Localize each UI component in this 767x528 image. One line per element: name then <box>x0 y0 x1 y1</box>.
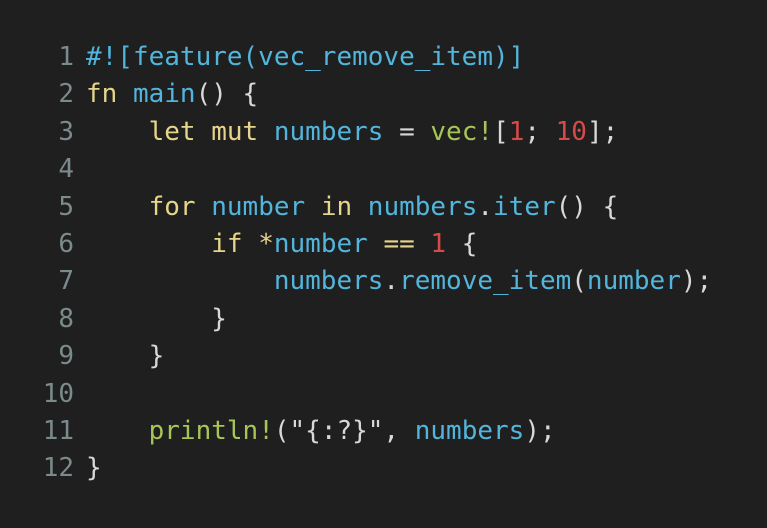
line-number: 1 <box>58 42 74 72</box>
code-token-identifier: number <box>211 191 306 222</box>
code-line[interactable]: 4 <box>0 151 767 188</box>
code-text: } <box>74 301 767 338</box>
code-token-identifier: number <box>273 228 368 259</box>
code-line[interactable]: 3 let mut numbers = vec![1; 10]; <box>0 114 767 151</box>
code-token-plain: ]; <box>586 116 619 147</box>
line-number: 5 <box>58 191 74 222</box>
line-number: 2 <box>58 79 74 110</box>
code-line[interactable]: 2 fn main() { <box>0 76 767 113</box>
code-token-plain: } <box>86 453 102 484</box>
code-line[interactable]: 9 } <box>0 338 767 375</box>
code-token-plain: () { <box>555 191 619 222</box>
code-token-attribute: #![feature(vec_remove_item)] <box>86 42 525 72</box>
code-text: fn main() { <box>74 76 767 113</box>
code-token-identifier: number <box>586 266 681 297</box>
line-number: 3 <box>58 116 74 147</box>
code-token-keyword: if <box>211 228 243 259</box>
line-number: 9 <box>58 341 74 372</box>
code-token-keyword: fn <box>86 79 118 110</box>
code-token-plain: [ <box>493 116 509 147</box>
code-line[interactable]: 5 for number in numbers.iter() { <box>0 189 767 226</box>
code-text: } <box>74 338 767 375</box>
code-text: } <box>74 450 767 487</box>
code-token-plain: . <box>383 266 400 297</box>
line-number: 10 <box>42 378 74 409</box>
code-token-plain: ( <box>571 266 587 297</box>
code-token-macro: vec! <box>430 116 494 147</box>
code-token-number-literal: 1 <box>430 228 447 259</box>
code-token-keyword: for <box>148 191 196 222</box>
code-token-keyword: in <box>320 191 353 222</box>
code-token-identifier: remove_item <box>399 266 572 297</box>
code-token-macro: println! <box>148 415 274 446</box>
code-token-plain: } <box>86 341 165 372</box>
code-token-identifier: numbers <box>273 116 384 147</box>
code-text: println!("{:?}", numbers); <box>74 413 767 450</box>
code-token-identifier: numbers <box>367 191 478 222</box>
code-line[interactable]: 1 #![feature(vec_remove_item)] <box>0 39 767 76</box>
code-token-plain: = <box>383 116 431 147</box>
code-token-plain: ); <box>680 266 713 297</box>
line-number: 12 <box>42 453 74 484</box>
code-token-plain: () { <box>195 79 259 110</box>
code-line[interactable]: 12} <box>0 450 767 487</box>
code-token-identifier: main <box>132 79 196 110</box>
line-number: 11 <box>42 415 74 446</box>
line-number: 7 <box>58 266 74 297</box>
code-token-identifier: numbers <box>273 266 384 297</box>
code-token-plain: { <box>446 228 478 259</box>
code-editor[interactable]: 1 #![feature(vec_remove_item)] 2 fn main() … <box>0 39 767 488</box>
code-token-plain: ("{:?}", <box>273 415 415 446</box>
code-token-keyword: == <box>383 228 415 259</box>
code-token-identifier: iter <box>493 191 556 222</box>
code-text: for number in numbers.iter() { <box>74 189 767 226</box>
code-token-number-literal: 1 <box>508 116 525 147</box>
code-line[interactable]: 10 <box>0 376 767 413</box>
code-token-plain: . <box>477 191 494 222</box>
code-text: numbers.remove_item(number); <box>74 263 767 300</box>
code-line[interactable]: 7 numbers.remove_item(number); <box>0 263 767 300</box>
code-text: #![feature(vec_remove_item)] <box>74 39 767 76</box>
code-token-keyword: * <box>258 228 274 259</box>
code-line[interactable]: 11 println!("{:?}", numbers); <box>0 413 767 450</box>
line-number: 4 <box>58 154 74 185</box>
line-number: 6 <box>58 228 74 259</box>
code-token-keyword: let mut <box>148 116 259 147</box>
code-token-plain: ); <box>524 415 556 446</box>
code-token-number-literal: 10 <box>555 116 587 147</box>
code-line[interactable]: 8 } <box>0 301 767 338</box>
code-token-plain: } <box>86 303 227 334</box>
code-token-plain: ; <box>524 116 556 147</box>
code-token-identifier: numbers <box>414 415 525 446</box>
code-text: let mut numbers = vec![1; 10]; <box>74 114 767 151</box>
line-number: 8 <box>58 303 74 334</box>
code-line[interactable]: 6 if *number == 1 { <box>0 226 767 263</box>
code-text: if *number == 1 { <box>74 226 767 263</box>
